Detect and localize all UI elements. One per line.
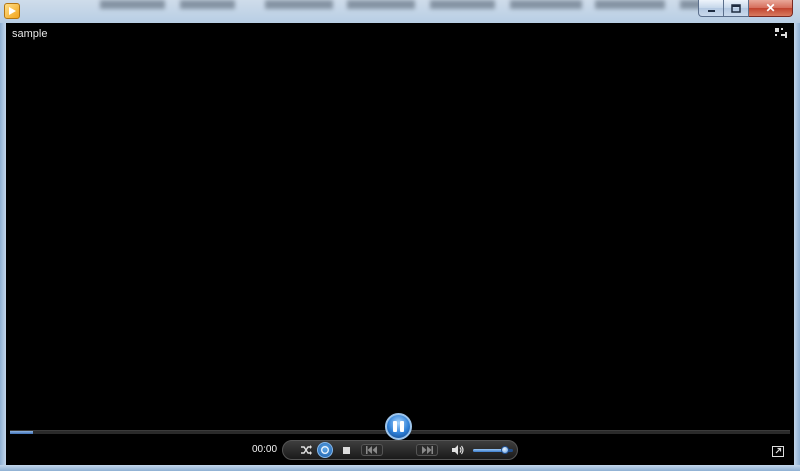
blurred-background-thumbnail: [100, 0, 165, 9]
elapsed-time: 00:00: [252, 444, 278, 455]
minimize-icon: [707, 9, 715, 12]
fullscreen-icon: [772, 446, 784, 457]
blurred-background-thumbnail: [265, 0, 333, 9]
window-frame-bottom: [0, 465, 800, 471]
transport-controls: [282, 440, 518, 460]
shuffle-button[interactable]: [300, 444, 312, 456]
blurred-background-thumbnail: [510, 0, 582, 9]
stop-button[interactable]: [343, 447, 350, 454]
close-icon: ✕: [765, 1, 776, 15]
video-area[interactable]: sample 00:00: [6, 23, 794, 465]
blurred-background-thumbnail: [180, 0, 235, 9]
blurred-background-thumbnail: [430, 0, 495, 9]
title-bar: [0, 0, 800, 24]
caption-buttons: ✕: [698, 0, 793, 17]
speaker-icon: [452, 445, 464, 455]
pause-icon: [393, 421, 397, 432]
shuffle-icon: [301, 445, 312, 455]
play-pause-button[interactable]: [385, 413, 412, 440]
next-icon: [422, 446, 433, 454]
pause-icon: [400, 421, 404, 432]
maximize-button[interactable]: [724, 0, 749, 17]
media-title: sample: [12, 28, 48, 40]
volume-slider[interactable]: [473, 446, 513, 454]
minimize-button[interactable]: [698, 0, 724, 17]
switch-to-library-icon[interactable]: [775, 28, 787, 40]
next-button[interactable]: [416, 444, 438, 456]
window-frame-right: [794, 23, 800, 471]
blurred-background-thumbnail: [595, 0, 665, 9]
mute-button[interactable]: [451, 444, 465, 456]
blurred-background-thumbnail: [347, 0, 415, 9]
repeat-button[interactable]: [317, 442, 333, 458]
repeat-icon: [321, 446, 329, 454]
previous-icon: [366, 446, 377, 454]
windows-media-player-icon[interactable]: [4, 3, 20, 19]
volume-thumb[interactable]: [501, 446, 509, 454]
close-button[interactable]: ✕: [749, 0, 793, 17]
maximize-icon: [731, 3, 741, 13]
previous-button[interactable]: [361, 444, 383, 456]
seek-progress: [10, 431, 34, 434]
view-full-screen-button[interactable]: [772, 444, 784, 457]
play-triangle-icon: [9, 7, 16, 15]
